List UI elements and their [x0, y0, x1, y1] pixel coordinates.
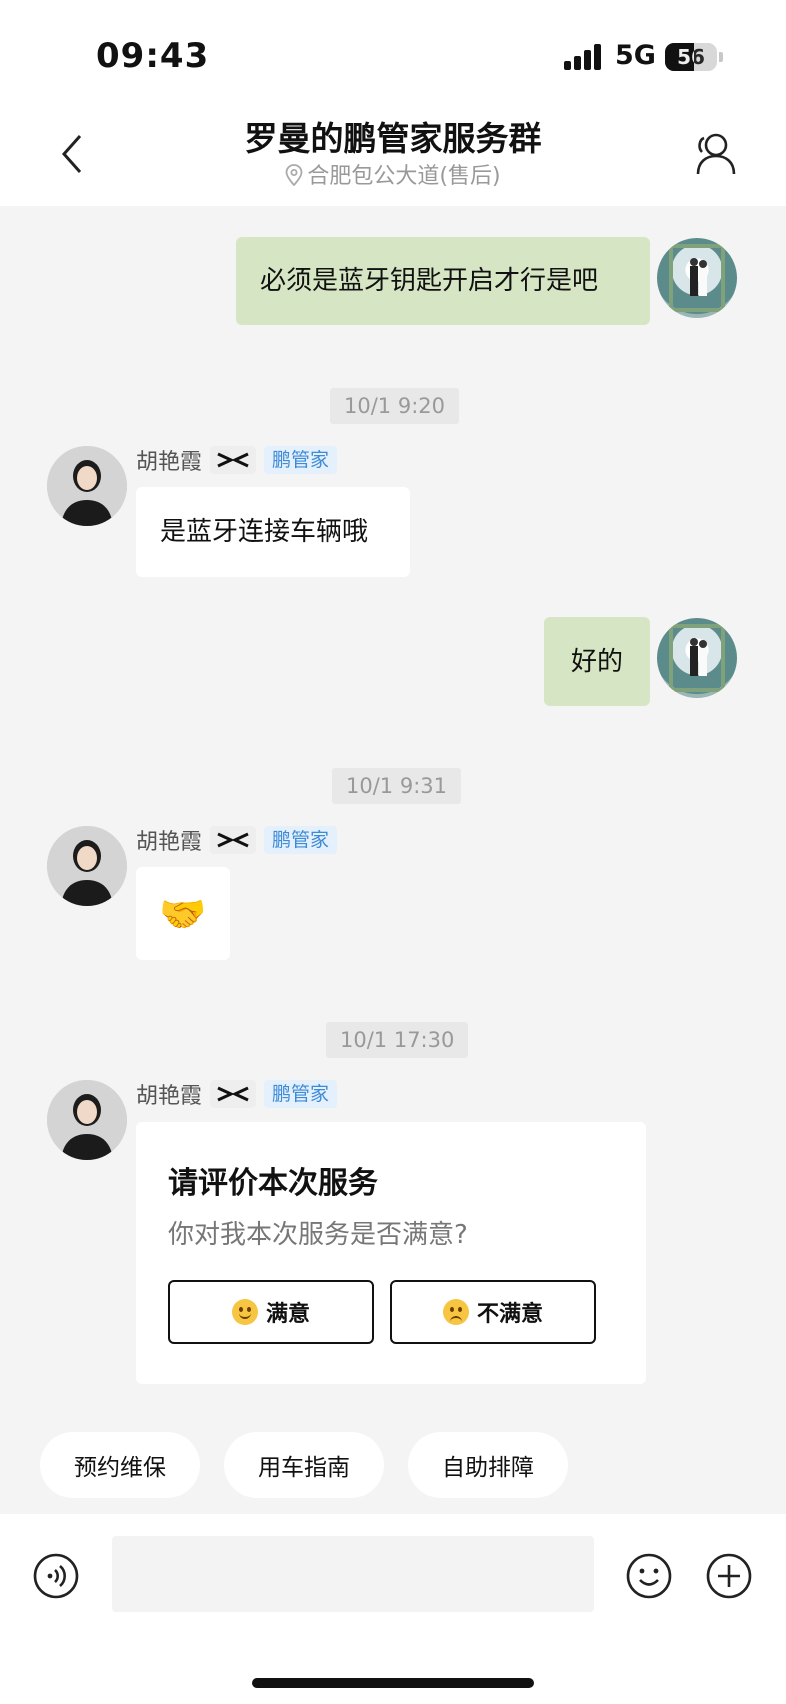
battery-level: 56	[677, 45, 705, 69]
timestamp: 10/1 17:30	[326, 1022, 469, 1058]
emoji-button[interactable]	[625, 1552, 673, 1600]
brand-logo-icon	[210, 826, 257, 854]
agent-avatar[interactable]	[47, 446, 127, 526]
status-time: 09:43	[96, 36, 210, 76]
voice-icon	[33, 1553, 79, 1599]
emoji-icon	[626, 1553, 672, 1599]
sender-name: 胡艳霞	[136, 1084, 203, 1109]
self-message-bubble[interactable]: 好的	[544, 617, 650, 706]
frown-icon	[442, 1299, 469, 1325]
quick-action-maintenance[interactable]: 预约维保	[40, 1432, 200, 1498]
battery-icon: 56	[665, 43, 717, 71]
quick-action-troubleshoot[interactable]: 自助排障	[408, 1432, 568, 1498]
wedding-photo-avatar	[669, 624, 725, 692]
wedding-photo-avatar	[669, 244, 725, 312]
sender-name: 胡艳霞	[136, 830, 203, 855]
agent-avatar[interactable]	[47, 1080, 127, 1160]
network-label: 5G	[615, 40, 656, 71]
voice-button[interactable]	[32, 1552, 80, 1600]
sender-line: 胡艳霞 鹏管家	[136, 1079, 338, 1109]
role-badge: 鹏管家	[264, 826, 338, 854]
service-rating-card: 请评价本次服务 你对我本次服务是否满意? 满意 不满意	[136, 1122, 646, 1384]
sender-name: 胡艳霞	[136, 450, 203, 475]
agent-photo-avatar	[47, 446, 127, 526]
battery-cap	[719, 52, 723, 62]
location-pin-icon	[286, 164, 303, 186]
self-avatar[interactable]	[657, 618, 737, 698]
plus-icon	[706, 1553, 752, 1599]
timestamp: 10/1 9:31	[332, 768, 461, 804]
home-indicator	[252, 1678, 534, 1688]
status-bar: 09:43 5G 56	[0, 0, 786, 110]
people-icon	[696, 133, 736, 175]
rating-question: 你对我本次服务是否满意?	[168, 1220, 468, 1250]
unsatisfied-button[interactable]: 不满意	[390, 1280, 596, 1344]
location-label: 合肥包公大道(售后)	[307, 164, 501, 189]
handshake-emoji-message[interactable]: 🤝	[136, 867, 230, 960]
sender-line: 胡艳霞 鹏管家	[136, 825, 338, 855]
input-bar	[0, 1514, 786, 1704]
agent-photo-avatar	[47, 826, 127, 906]
rating-title: 请评价本次服务	[168, 1166, 378, 1201]
role-badge: 鹏管家	[264, 446, 338, 474]
brand-logo-icon	[210, 1080, 257, 1108]
timestamp: 10/1 9:20	[330, 388, 459, 424]
satisfied-button[interactable]: 满意	[168, 1280, 374, 1344]
agent-avatar[interactable]	[47, 826, 127, 906]
group-title: 罗曼的鹏管家服务群	[244, 119, 542, 158]
agent-photo-avatar	[47, 1080, 127, 1160]
quick-action-guide[interactable]: 用车指南	[224, 1432, 384, 1498]
chat-header: 罗曼的鹏管家服务群 合肥包公大道(售后)	[0, 110, 786, 206]
role-badge: 鹏管家	[264, 1080, 338, 1108]
brand-logo-icon	[210, 446, 257, 474]
group-location[interactable]: 合肥包公大道(售后)	[0, 158, 786, 190]
satisfied-label: 满意	[265, 1302, 310, 1327]
signal-icon	[564, 44, 604, 70]
unsatisfied-label: 不满意	[476, 1302, 543, 1327]
agent-message-bubble[interactable]: 是蓝牙连接车辆哦	[136, 487, 410, 577]
self-avatar[interactable]	[657, 238, 737, 318]
more-button[interactable]	[705, 1552, 753, 1600]
sender-line: 胡艳霞 鹏管家	[136, 445, 338, 475]
group-members-button[interactable]	[690, 130, 738, 178]
smile-icon	[231, 1299, 258, 1325]
message-input[interactable]	[112, 1536, 594, 1612]
self-message-bubble[interactable]: 必须是蓝牙钥匙开启才行是吧	[236, 237, 650, 325]
